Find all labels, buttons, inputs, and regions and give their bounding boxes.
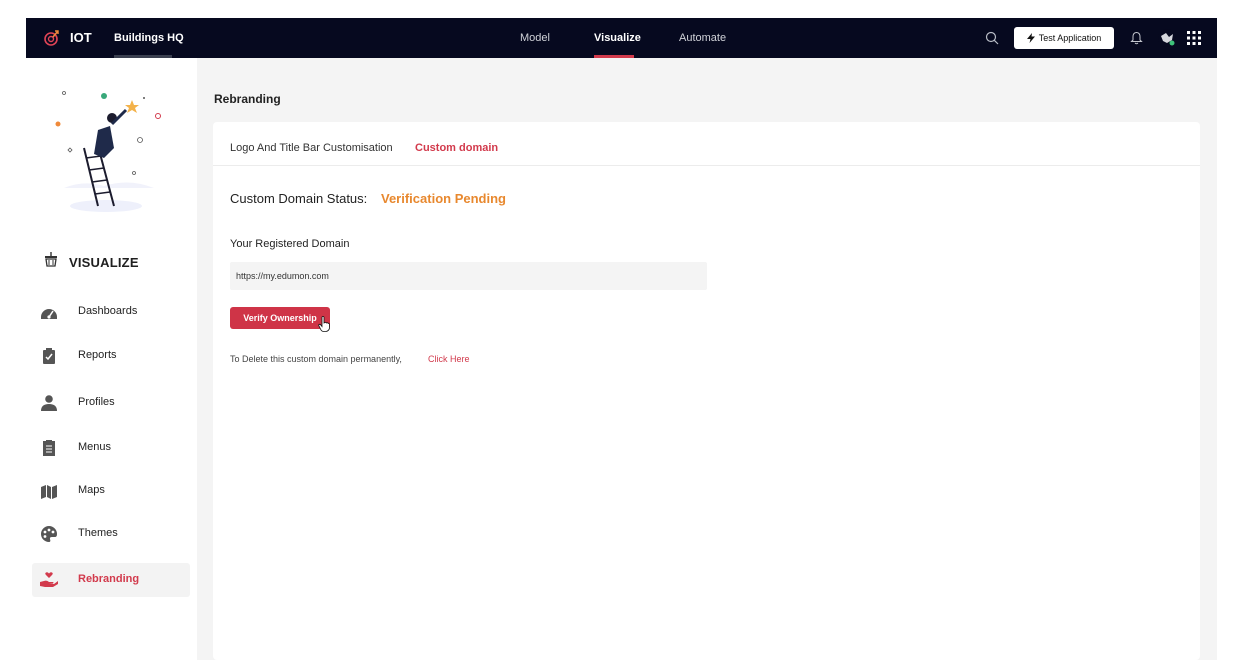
sidebar-item-label: Maps <box>78 484 105 496</box>
menu-list-icon <box>43 440 55 456</box>
sidebar-item-menus[interactable]: Menus <box>32 431 190 465</box>
person-icon <box>41 395 57 411</box>
sidebar-item-themes[interactable]: Themes <box>32 517 190 551</box>
page-title: Rebranding <box>214 92 281 106</box>
sidebar-item-label: Rebranding <box>78 573 140 585</box>
search-icon[interactable] <box>985 31 999 45</box>
app-window: IOT Buildings HQ Model Visualize Automat… <box>26 18 1217 660</box>
nav-tab-visualize[interactable]: Visualize <box>594 32 641 44</box>
top-navigation-bar: IOT Buildings HQ Model Visualize Automat… <box>26 18 1217 58</box>
registered-domain-label: Your Registered Domain <box>230 238 350 250</box>
map-icon <box>41 485 57 499</box>
domain-status-label: Custom Domain Status: <box>230 191 368 206</box>
delete-domain-text: To Delete this custom domain permanently… <box>230 354 402 364</box>
hand-cursor-icon <box>318 316 330 332</box>
sidebar-item-reports[interactable]: Reports <box>32 339 190 373</box>
sidebar-item-rebranding[interactable]: Rebranding <box>32 563 190 597</box>
hand-heart-icon <box>40 572 58 587</box>
sidebar-item-label: Profiles <box>78 396 115 408</box>
clipboard-check-icon <box>43 348 55 364</box>
sidebar-item-maps[interactable]: Maps <box>32 474 190 508</box>
logo-icon <box>44 30 59 46</box>
app-name[interactable]: IOT <box>70 30 92 45</box>
avatar[interactable] <box>1157 28 1177 48</box>
sidebar-section-title: VISUALIZE <box>69 255 139 270</box>
sidebar-item-profiles[interactable]: Profiles <box>32 386 190 420</box>
tab-logo-title-bar[interactable]: Logo And Title Bar Customisation <box>230 142 393 154</box>
bell-icon[interactable] <box>1130 31 1143 45</box>
test-application-button[interactable]: Test Application <box>1014 27 1114 49</box>
tenant-selector[interactable]: Buildings HQ <box>114 32 184 44</box>
sidebar: VISUALIZE Dashboards Reports Profiles Me… <box>26 58 197 660</box>
sidebar-item-label: Dashboards <box>78 305 138 317</box>
rebranding-card: Logo And Title Bar Customisation Custom … <box>213 122 1200 660</box>
sidebar-item-label: Menus <box>78 441 112 453</box>
nav-tab-model[interactable]: Model <box>520 32 550 44</box>
tab-bar: Logo And Title Bar Customisation Custom … <box>213 122 1200 166</box>
speedometer-icon <box>41 309 57 319</box>
tab-custom-domain[interactable]: Custom domain <box>415 142 498 154</box>
sidebar-item-label: Themes <box>78 527 118 539</box>
sidebar-item-label: Reports <box>78 349 117 361</box>
registered-domain-field[interactable] <box>230 262 707 290</box>
verify-ownership-button[interactable]: Verify Ownership <box>230 307 330 329</box>
test-application-label: Test Application <box>1038 33 1102 43</box>
active-nav-underline <box>594 55 634 58</box>
delete-domain-link[interactable]: Click Here <box>428 354 470 364</box>
sidebar-item-dashboards[interactable]: Dashboards <box>32 295 190 329</box>
apps-grid-icon[interactable] <box>1187 31 1201 45</box>
basket-icon <box>45 252 57 267</box>
nav-tab-automate[interactable]: Automate <box>679 32 726 44</box>
ladder-star-illustration <box>55 91 161 212</box>
status-badge: Verification Pending <box>381 191 506 206</box>
bolt-icon <box>1026 33 1035 43</box>
palette-icon <box>41 526 57 542</box>
